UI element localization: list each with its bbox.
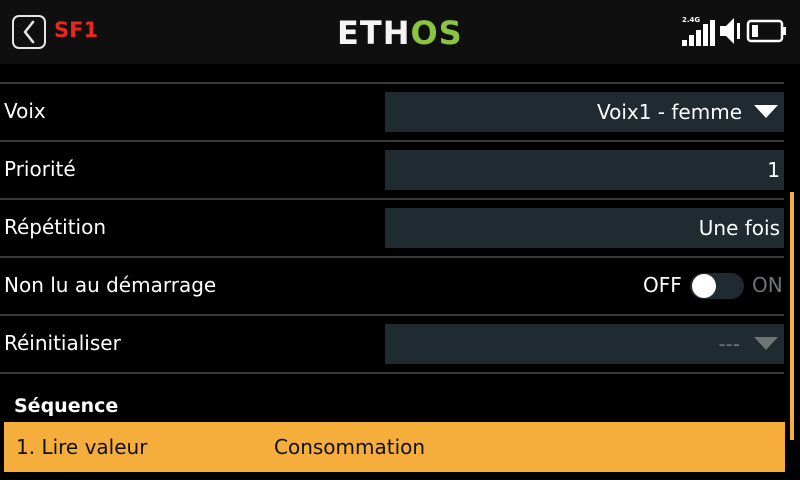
voice-select[interactable]: Voix1 - femme (385, 92, 784, 132)
sequence-heading: Séquence (14, 395, 119, 417)
voice-label: Voix (4, 99, 46, 123)
function-label: SF1 (54, 18, 99, 42)
priority-label: Priorité (4, 157, 76, 181)
priority-value: 1 (767, 158, 780, 182)
sequence-item-value: Consommation (274, 435, 426, 459)
setting-row-skip-at-startup: Non lu au démarrage OFF ON (0, 257, 786, 313)
skip-at-startup-label: Non lu au démarrage (4, 273, 217, 297)
battery-icon (746, 14, 788, 48)
voice-value: Voix1 - femme (596, 100, 742, 124)
top-bar: SF1 ETHOS 2.4G (0, 0, 800, 64)
scrollbar[interactable] (790, 192, 794, 440)
priority-input[interactable]: 1 (385, 150, 784, 190)
setting-row-priority: Priorité 1 (0, 141, 786, 197)
dropdown-arrow-icon (754, 337, 778, 350)
repeat-label: Répétition (4, 215, 107, 239)
toggle-off-label: OFF (643, 273, 682, 297)
sequence-item-action: 1. Lire valeur (16, 435, 148, 459)
repeat-select[interactable]: Une fois (385, 208, 784, 248)
reset-select[interactable]: --- (385, 324, 784, 364)
toggle-on-label: ON (752, 273, 783, 297)
reset-value: --- (718, 332, 740, 356)
back-icon (23, 20, 35, 44)
setting-row-voice: Voix Voix1 - femme (0, 83, 786, 139)
sequence-item[interactable]: 1. Lire valeur Consommation (4, 422, 785, 472)
setting-row-reset: Réinitialiser --- (0, 315, 786, 371)
signal-bars-icon: 2.4G (680, 14, 718, 48)
ethos-logo: ETHOS (337, 14, 463, 52)
speaker-icon (718, 14, 744, 48)
repeat-value: Une fois (698, 216, 780, 240)
toggle-knob (692, 274, 716, 298)
row-divider (0, 372, 784, 374)
back-button[interactable] (12, 15, 46, 49)
dropdown-arrow-icon (754, 105, 778, 118)
reset-label: Réinitialiser (4, 331, 121, 355)
skip-at-startup-toggle[interactable] (690, 273, 744, 299)
setting-row-repeat: Répétition Une fois (0, 199, 786, 255)
